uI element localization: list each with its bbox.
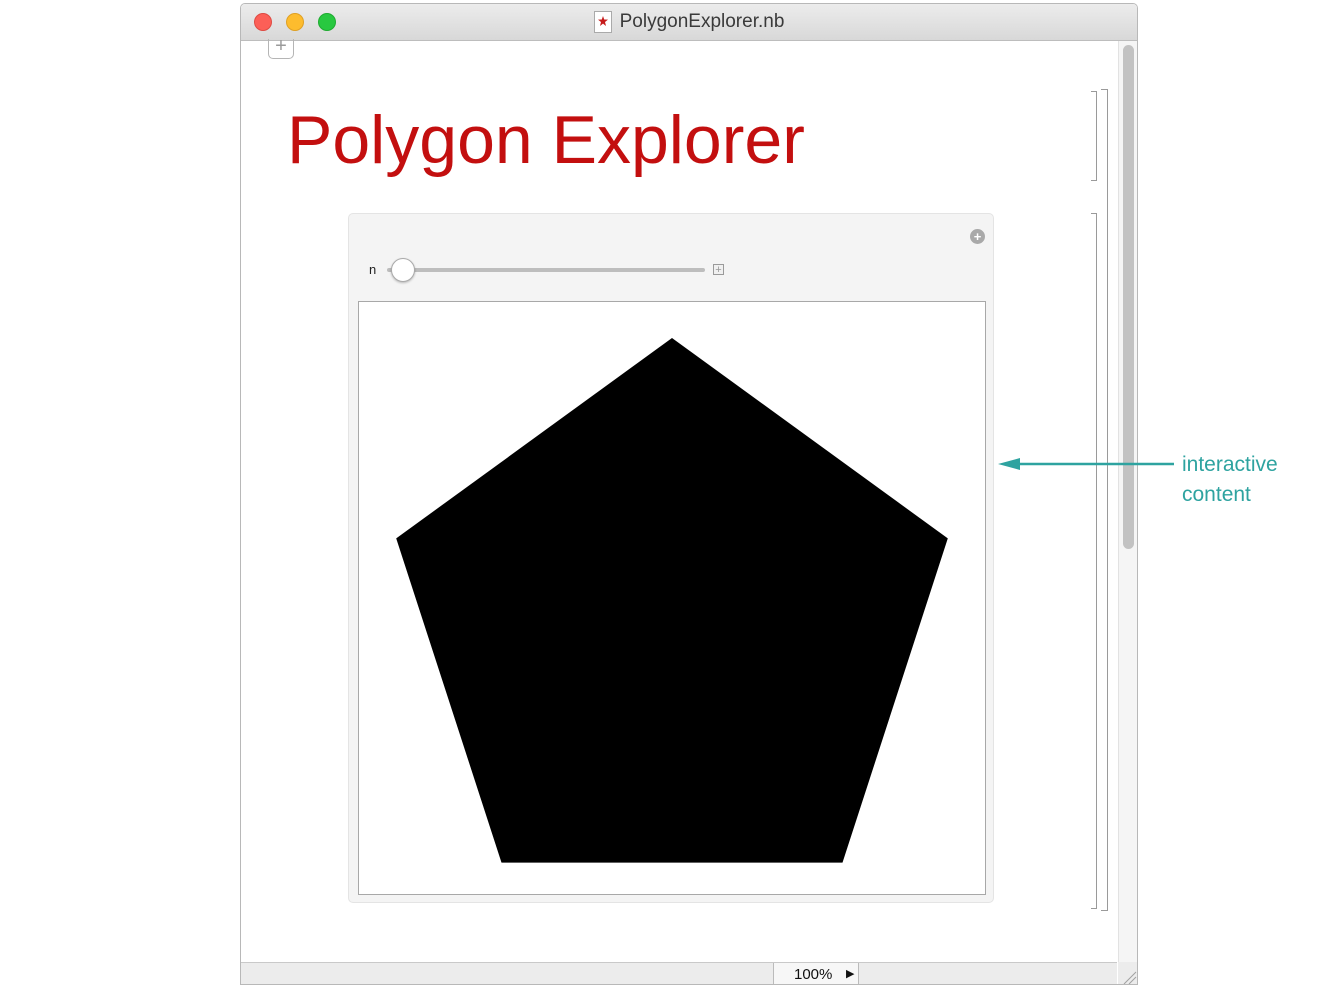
group-cell-bracket[interactable] <box>1101 89 1108 911</box>
vertical-scrollbar[interactable] <box>1118 41 1137 962</box>
annotation-label: interactive content <box>1182 450 1278 510</box>
notebook-content: + Polygon Explorer + n + <box>241 36 1117 962</box>
resize-grip-icon <box>1123 971 1137 984</box>
annotation-arrow <box>998 458 1174 470</box>
annotation-line-1: interactive <box>1182 453 1278 476</box>
regular-polygon <box>396 338 948 863</box>
n-slider-track[interactable] <box>387 268 705 272</box>
zoom-menu[interactable]: 100% ▶ <box>773 963 859 984</box>
polygon-svg <box>396 338 948 863</box>
document-icon <box>593 11 612 33</box>
triangle-right-icon: ▶ <box>846 968 855 980</box>
polygon-graphic[interactable] <box>358 301 986 895</box>
spikey-icon <box>597 16 608 26</box>
n-slider-thumb[interactable] <box>391 258 415 282</box>
panel-options-plus-icon[interactable]: + <box>970 229 985 244</box>
zoom-level: 100% <box>794 966 833 983</box>
notebook-title-cell[interactable]: Polygon Explorer <box>287 101 805 179</box>
window-title: PolygonExplorer.nb <box>619 11 785 32</box>
status-bar: 100% ▶ <box>241 962 1117 984</box>
title-bar[interactable]: PolygonExplorer.nb <box>241 4 1137 41</box>
window-title-group: PolygonExplorer.nb <box>241 4 1137 40</box>
slider-expand-plus-icon[interactable]: + <box>713 264 724 276</box>
insert-cell-plus-icon[interactable]: + <box>268 36 294 59</box>
manipulate-panel: + n + <box>348 213 994 903</box>
title-cell-bracket[interactable] <box>1091 91 1097 181</box>
resize-grip[interactable] <box>1118 962 1137 984</box>
output-cell-bracket[interactable] <box>1091 213 1097 909</box>
notebook-window: PolygonExplorer.nb + Polygon Explorer + … <box>240 3 1138 985</box>
slider-label-n: n <box>369 262 377 277</box>
annotation-line-2: content <box>1182 483 1251 506</box>
